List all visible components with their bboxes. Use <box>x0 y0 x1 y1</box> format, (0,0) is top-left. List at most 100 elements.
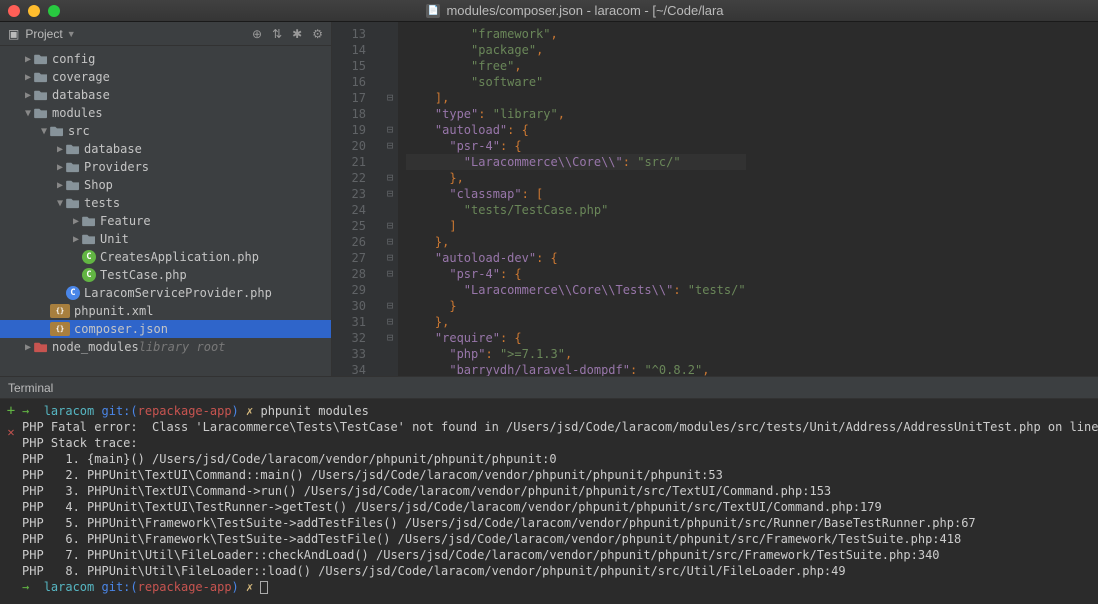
expand-arrow[interactable]: ▶ <box>54 144 66 155</box>
code-line[interactable]: "require": { <box>406 330 746 346</box>
tree-node-config[interactable]: ▶config <box>0 50 331 68</box>
code-line[interactable]: "psr-4": { <box>406 266 746 282</box>
expand-arrow[interactable]: ▶ <box>54 162 66 173</box>
code-line[interactable]: } <box>406 298 746 314</box>
terminal-line: PHP 6. PHPUnit\Framework\TestSuite->addT… <box>22 531 1098 547</box>
line-number: 34 <box>332 362 366 376</box>
tree-node-label: TestCase.php <box>100 268 187 282</box>
expand-arrow[interactable]: ▼ <box>22 108 34 119</box>
fold-marker[interactable]: ⊟ <box>382 90 398 106</box>
fold-marker[interactable]: ⊟ <box>382 298 398 314</box>
expand-arrow[interactable]: ▶ <box>22 54 34 65</box>
code-line[interactable]: "Laracommerce\\Core\\": "src/" <box>406 154 746 170</box>
expand-arrow[interactable]: ▶ <box>54 180 66 191</box>
expand-arrow[interactable]: ▶ <box>70 216 82 227</box>
tree-node-feature[interactable]: ▶Feature <box>0 212 331 230</box>
code-line[interactable]: "type": "library", <box>406 106 746 122</box>
terminal-content[interactable]: → laracom git:(repackage-app) ✗ phpunit … <box>22 399 1098 604</box>
code-line[interactable]: ] <box>406 218 746 234</box>
tree-node-node-modules[interactable]: ▶node_modules library root <box>0 338 331 356</box>
code-line[interactable]: "framework", <box>406 26 746 42</box>
fold-marker[interactable]: ⊟ <box>382 234 398 250</box>
tree-node-database[interactable]: ▶database <box>0 86 331 104</box>
sidebar-header[interactable]: ▣ Project ▼ ⊕ ⇅ ✱ ⚙ <box>0 22 331 46</box>
settings-icon[interactable]: ✱ <box>292 27 302 41</box>
code-line[interactable]: "free", <box>406 58 746 74</box>
tree-node-tests[interactable]: ▼tests <box>0 194 331 212</box>
tree-node-shop[interactable]: ▶Shop <box>0 176 331 194</box>
fold-marker[interactable]: ⊟ <box>382 122 398 138</box>
fold-marker[interactable]: ⊟ <box>382 138 398 154</box>
close-terminal-button[interactable]: ✕ <box>7 425 14 439</box>
tree-node-src[interactable]: ▼src <box>0 122 331 140</box>
tree-node-providers[interactable]: ▶Providers <box>0 158 331 176</box>
folder-icon <box>82 233 96 245</box>
tree-node-testcase-php[interactable]: CTestCase.php <box>0 266 331 284</box>
close-window-button[interactable] <box>8 5 20 17</box>
code-line[interactable]: "tests/TestCase.php" <box>406 202 746 218</box>
fold-marker[interactable]: ⊟ <box>382 218 398 234</box>
maximize-window-button[interactable] <box>48 5 60 17</box>
line-number: 24 <box>332 202 366 218</box>
expand-arrow[interactable]: ▼ <box>38 126 50 137</box>
tree-node-phpunit-xml[interactable]: {}phpunit.xml <box>0 302 331 320</box>
expand-arrow[interactable]: ▼ <box>54 198 66 209</box>
code-line[interactable]: "barryvdh/laravel-dompdf": "^0.8.2", <box>406 362 746 376</box>
fold-marker <box>382 346 398 362</box>
code-line[interactable]: "autoload-dev": { <box>406 250 746 266</box>
tree-node-createsapplication-php[interactable]: CCreatesApplication.php <box>0 248 331 266</box>
code-line[interactable]: ], <box>406 90 746 106</box>
terminal-line: → laracom git:(repackage-app) ✗ <box>22 579 1098 595</box>
project-tree[interactable]: ▶config▶coverage▶database▼modules▼src▶da… <box>0 46 331 376</box>
code-line[interactable]: "package", <box>406 42 746 58</box>
new-terminal-button[interactable]: + <box>7 403 15 419</box>
line-number: 31 <box>332 314 366 330</box>
fold-column[interactable]: ⊟⊟⊟⊟⊟⊟⊟⊟⊟⊟⊟⊟ <box>382 22 398 376</box>
line-number: 20 <box>332 138 366 154</box>
code-line[interactable]: "autoload": { <box>406 122 746 138</box>
code-line[interactable]: "psr-4": { <box>406 138 746 154</box>
fold-marker[interactable]: ⊟ <box>382 186 398 202</box>
fold-marker[interactable]: ⊟ <box>382 314 398 330</box>
expand-arrow[interactable]: ▶ <box>70 234 82 245</box>
line-number: 22 <box>332 170 366 186</box>
line-number: 29 <box>332 282 366 298</box>
fold-marker[interactable]: ⊟ <box>382 250 398 266</box>
code-content[interactable]: "framework", "package", "free", "softwar… <box>398 22 746 376</box>
collapse-icon[interactable]: ⇅ <box>272 27 282 41</box>
fold-marker[interactable]: ⊟ <box>382 330 398 346</box>
line-number: 15 <box>332 58 366 74</box>
gear-icon[interactable]: ⚙ <box>312 27 323 41</box>
code-line[interactable]: "php": ">=7.1.3", <box>406 346 746 362</box>
expand-arrow[interactable]: ▶ <box>22 342 34 353</box>
terminal-header[interactable]: Terminal <box>0 377 1098 399</box>
tree-node-modules[interactable]: ▼modules <box>0 104 331 122</box>
tree-node-unit[interactable]: ▶Unit <box>0 230 331 248</box>
tree-node-laracomserviceprovider-php[interactable]: CLaracomServiceProvider.php <box>0 284 331 302</box>
code-line[interactable]: }, <box>406 170 746 186</box>
tree-node-composer-json[interactable]: {}composer.json <box>0 320 331 338</box>
code-line[interactable]: }, <box>406 314 746 330</box>
folder-icon <box>34 71 48 83</box>
terminal-gutter: + ✕ <box>0 399 22 604</box>
tree-node-database[interactable]: ▶database <box>0 140 331 158</box>
sidebar-tools: ⊕ ⇅ ✱ ⚙ <box>252 27 323 41</box>
window-title: 📄 modules/composer.json - laracom - [~/C… <box>60 3 1090 18</box>
code-line[interactable]: "software" <box>406 74 746 90</box>
code-editor[interactable]: 1314151617181920212223242526272829303132… <box>332 22 1098 376</box>
chevron-down-icon[interactable]: ▼ <box>67 29 76 39</box>
code-line[interactable]: }, <box>406 234 746 250</box>
fold-marker[interactable]: ⊟ <box>382 266 398 282</box>
fold-marker[interactable]: ⊟ <box>382 170 398 186</box>
expand-arrow[interactable]: ▶ <box>22 72 34 83</box>
locate-icon[interactable]: ⊕ <box>252 27 262 41</box>
line-number: 25 <box>332 218 366 234</box>
tree-node-coverage[interactable]: ▶coverage <box>0 68 331 86</box>
main-area: ▣ Project ▼ ⊕ ⇅ ✱ ⚙ ▶config▶coverage▶dat… <box>0 22 1098 376</box>
project-sidebar: ▣ Project ▼ ⊕ ⇅ ✱ ⚙ ▶config▶coverage▶dat… <box>0 22 332 376</box>
expand-arrow[interactable]: ▶ <box>22 90 34 101</box>
minimize-window-button[interactable] <box>28 5 40 17</box>
code-line[interactable]: "classmap": [ <box>406 186 746 202</box>
code-line[interactable]: "Laracommerce\\Core\\Tests\\": "tests/" <box>406 282 746 298</box>
line-number: 21 <box>332 154 366 170</box>
